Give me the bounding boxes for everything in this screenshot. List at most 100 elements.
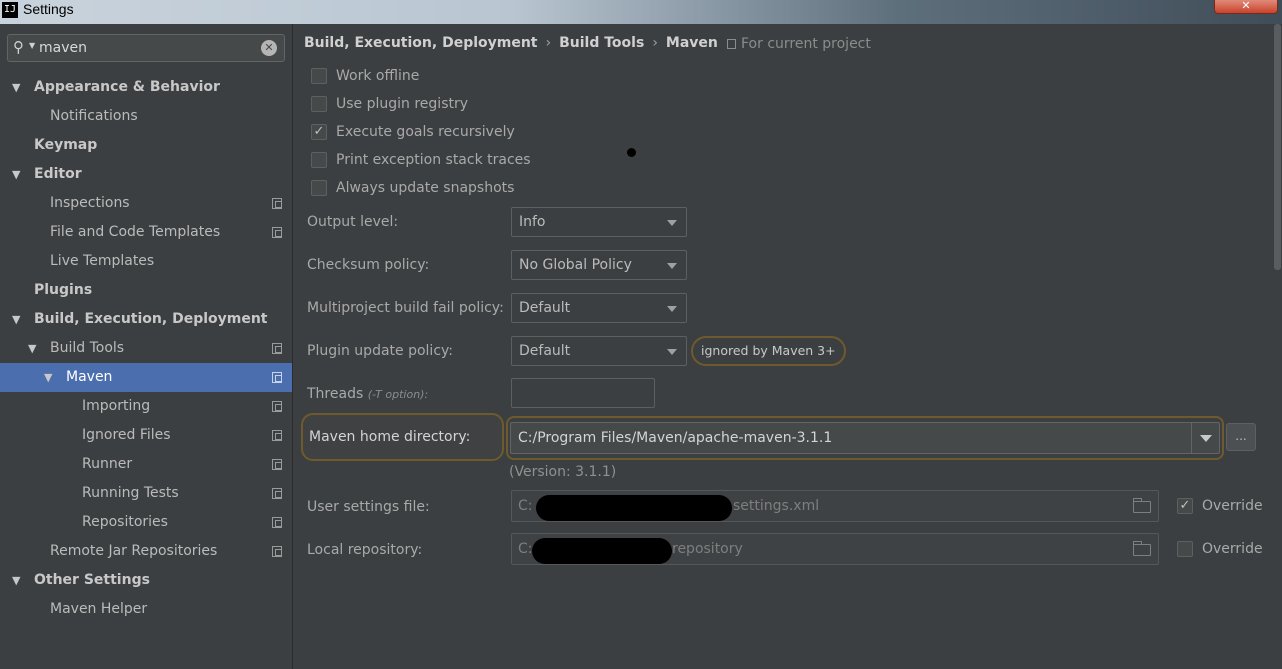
for-current-project-note: For current project (727, 36, 871, 52)
sidebar-item-repositories[interactable]: Repositories (0, 508, 292, 537)
checkbox-label: Always update snapshots (336, 180, 515, 196)
window-title: Settings (23, 1, 74, 17)
dropdown-arrow-icon (667, 263, 677, 269)
multiproject-fail-policy-dropdown[interactable]: Default (511, 293, 687, 323)
maven-version-label: (Version: 3.1.1) (509, 464, 617, 480)
sidebar-item-notifications[interactable]: Notifications (0, 102, 292, 131)
intellij-app-icon: IJ (2, 2, 18, 18)
user-settings-override-checkbox[interactable]: ✓ (1177, 498, 1193, 514)
maven-home-dropdown-arrow-icon[interactable] (1191, 423, 1219, 453)
expand-arrow-icon[interactable]: ▼ (12, 566, 20, 595)
expand-arrow-icon[interactable]: ▼ (44, 363, 52, 392)
sidebar-item-label: Maven (66, 369, 113, 385)
project-scope-icon (272, 372, 282, 383)
checksum-policy-value: No Global Policy (519, 257, 632, 273)
sidebar-item-label: Maven Helper (50, 601, 148, 617)
project-scope-icon (272, 459, 282, 470)
sidebar-item-build-execution-deployment[interactable]: ▼ Build, Execution, Deployment (0, 305, 292, 334)
local-repository-field[interactable]: C: repository (511, 533, 1159, 565)
checksum-policy-dropdown[interactable]: No Global Policy (511, 250, 687, 280)
sidebar-item-build-tools[interactable]: ▼ Build Tools (0, 334, 292, 363)
user-settings-suffix: settings.xml (733, 498, 820, 514)
maven-home-value: C:/Program Files/Maven/apache-maven-3.1.… (518, 430, 833, 446)
maven-home-browse-button[interactable]: ... (1226, 423, 1256, 451)
ignored-by-maven-badge: ignored by Maven 3+ (691, 336, 846, 366)
sidebar-item-other-settings[interactable]: ▼ Other Settings (0, 566, 292, 595)
close-window-button[interactable]: ✕ (1214, 0, 1278, 14)
checksum-policy-label: Checksum policy: (307, 257, 430, 273)
title-bar: IJ Settings ✕ (0, 0, 1282, 24)
sidebar-item-plugins[interactable]: Plugins (0, 276, 292, 305)
breadcrumb-separator-icon: › (545, 35, 552, 51)
plugin-update-policy-label: Plugin update policy: (307, 343, 453, 359)
folder-browse-icon[interactable] (1133, 498, 1151, 513)
local-repository-override-checkbox[interactable] (1177, 541, 1193, 557)
sidebar-item-label: Running Tests (82, 485, 179, 501)
sidebar-item-label: Ignored Files (82, 427, 171, 443)
search-options-caret-icon[interactable]: ▼ (29, 41, 35, 50)
redaction-mark (536, 495, 732, 521)
vertical-scrollbar[interactable] (1273, 24, 1282, 669)
dropdown-arrow-icon (667, 220, 677, 226)
project-scope-icon (272, 488, 282, 499)
dropdown-arrow-icon (667, 349, 677, 355)
scrollbar-thumb[interactable] (1274, 24, 1281, 270)
search-icon[interactable]: ⚲ (13, 38, 24, 56)
sidebar-item-ignored-files[interactable]: Ignored Files (0, 421, 292, 450)
project-scope-icon (272, 517, 282, 528)
sidebar-item-label: Keymap (34, 137, 98, 153)
sidebar-item-label: Editor (34, 166, 82, 182)
clear-search-icon[interactable]: ✕ (261, 40, 277, 56)
checkbox[interactable] (311, 68, 327, 84)
sidebar-item-maven[interactable]: ▼ Maven (0, 363, 292, 392)
sidebar-item-keymap[interactable]: Keymap (0, 131, 292, 160)
sidebar-item-editor[interactable]: ▼ Editor (0, 160, 292, 189)
settings-search-input[interactable] (39, 37, 254, 59)
project-scope-icon (272, 198, 282, 209)
checkbox[interactable]: ✓ (311, 124, 327, 140)
checkbox-label: Print exception stack traces (336, 152, 531, 168)
expand-arrow-icon[interactable]: ▼ (12, 160, 20, 189)
project-scope-icon (727, 39, 736, 49)
plugin-update-policy-value: Default (519, 343, 571, 359)
sidebar-item-appearance-behavior[interactable]: ▼ Appearance & Behavior (0, 73, 292, 102)
sidebar-item-live-templates[interactable]: Live Templates (0, 247, 292, 276)
sidebar-item-running-tests[interactable]: Running Tests (0, 479, 292, 508)
sidebar-item-runner[interactable]: Runner (0, 450, 292, 479)
sidebar-item-importing[interactable]: Importing (0, 392, 292, 421)
plugin-update-policy-dropdown[interactable]: Default (511, 336, 687, 366)
sidebar-item-label: Build, Execution, Deployment (34, 311, 268, 327)
sidebar-item-file-and-code-templates[interactable]: File and Code Templates (0, 218, 292, 247)
settings-tree: ▼ Appearance & Behavior Notifications Keyma… (0, 73, 292, 624)
project-scope-icon (272, 227, 282, 238)
threads-input[interactable] (511, 378, 655, 408)
project-scope-icon (272, 430, 282, 441)
sidebar-item-label: Live Templates (50, 253, 155, 269)
user-settings-file-label: User settings file: (307, 499, 430, 515)
sidebar-item-label: Runner (82, 456, 133, 472)
folder-browse-icon[interactable] (1133, 541, 1151, 556)
maven-home-dropdown[interactable]: C:/Program Files/Maven/apache-maven-3.1.… (510, 422, 1220, 454)
project-scope-icon (272, 343, 282, 354)
settings-search-box[interactable]: ⚲ ▼ ✕ (7, 34, 285, 62)
sidebar-item-maven-helper[interactable]: Maven Helper (0, 595, 292, 624)
cursor-dot (627, 148, 636, 157)
output-level-value: Info (519, 214, 546, 230)
checkbox[interactable] (311, 152, 327, 168)
expand-arrow-icon[interactable]: ▼ (28, 334, 36, 363)
breadcrumb-separator-icon: › (652, 35, 658, 51)
expand-arrow-icon[interactable]: ▼ (12, 305, 20, 334)
sidebar-item-label: Remote Jar Repositories (50, 543, 218, 559)
user-settings-override-label: Override (1202, 498, 1263, 514)
checkbox[interactable] (311, 96, 327, 112)
sidebar-item-label: Appearance & Behavior (34, 79, 220, 95)
output-level-dropdown[interactable]: Info (511, 207, 687, 237)
sidebar-item-label: Notifications (50, 108, 138, 124)
sidebar-item-remote-jar-repositories[interactable]: Remote Jar Repositories (0, 537, 292, 566)
user-settings-file-field[interactable]: C: settings.xml (511, 490, 1159, 522)
dropdown-arrow-icon (667, 306, 677, 312)
sidebar-item-inspections[interactable]: Inspections (0, 189, 292, 218)
expand-arrow-icon[interactable]: ▼ (12, 73, 20, 102)
sidebar-item-label: Importing (82, 398, 151, 414)
checkbox[interactable] (311, 180, 327, 196)
